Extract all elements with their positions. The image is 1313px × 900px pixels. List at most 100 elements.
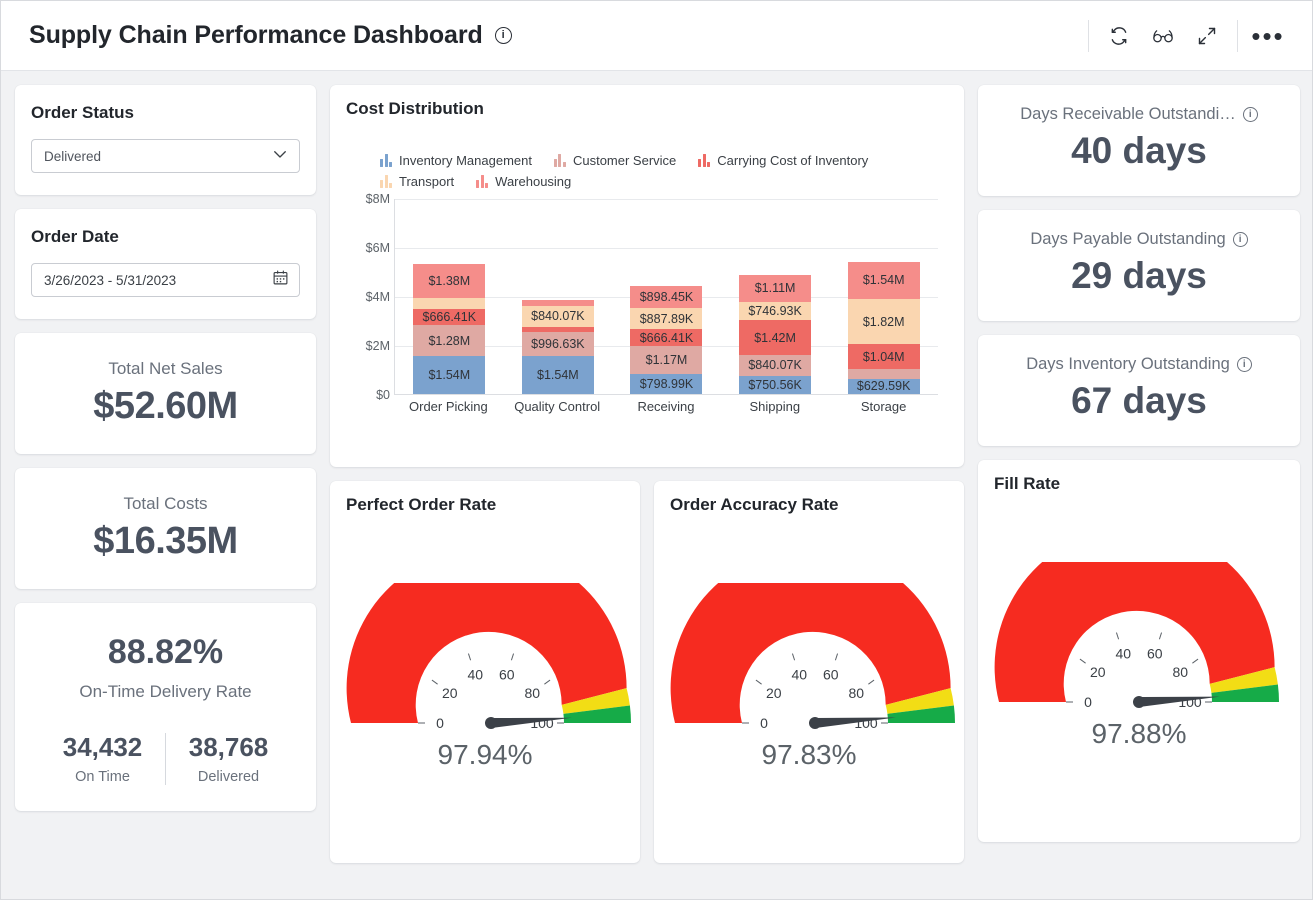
order-status-select[interactable]: Delivered — [31, 139, 300, 173]
bar-segment[interactable]: $1.42M — [739, 320, 812, 356]
bar-segment[interactable]: $746.93K — [739, 301, 812, 321]
gauge-tick-label: 0 — [436, 715, 444, 731]
ellipsis-glyph: ••• — [1251, 20, 1285, 51]
kpi-total-costs: Total Costs $16.35M — [15, 468, 316, 589]
bar-segment[interactable]: $1.28M — [413, 324, 486, 357]
stacked-bar[interactable]: $1.11M $746.93K $1.42M $840.07K $750.56K — [739, 274, 812, 394]
bar-segment[interactable]: $666.41K — [413, 308, 486, 325]
bar-segment[interactable]: $840.07K — [521, 305, 594, 327]
gauge-tick — [1192, 658, 1199, 664]
gauge-hub — [1133, 696, 1145, 708]
calendar-icon[interactable] — [272, 269, 289, 291]
legend-label: Carrying Cost of Inventory — [717, 153, 869, 168]
info-icon[interactable]: i — [1236, 357, 1252, 372]
bar-segment[interactable]: $1.04M — [847, 343, 920, 370]
delivered-count-block: 38,768 Delivered — [166, 732, 291, 785]
legend-item[interactable]: Customer Service — [553, 153, 677, 168]
gauge-value: 97.94% — [437, 739, 533, 770]
bar-segment[interactable]: $1.11M — [739, 274, 812, 302]
gauge-card-order-accuracy-rate: Order Accuracy Rate 0 20 40 60 80 100 97.83% — [654, 481, 964, 863]
left-column: Order Status Delivered Order Date 3/26/2… — [15, 85, 316, 811]
info-icon[interactable]: i — [1232, 232, 1248, 247]
gauge-tick-label: 60 — [499, 666, 515, 682]
bar-segment[interactable]: $996.63K — [521, 331, 594, 357]
title-info-icon[interactable]: i — [494, 27, 512, 44]
gauge-svg: 0 20 40 60 80 100 — [346, 583, 631, 731]
gauge-tick — [868, 679, 875, 685]
kpi-title: Days Receivable Outstandi… — [1020, 105, 1236, 123]
order-status-value: Delivered — [44, 148, 102, 164]
gauge-tick-label: 20 — [1090, 664, 1106, 680]
bar-segment[interactable] — [847, 369, 920, 379]
gauge-chart: 0 20 40 60 80 100 — [670, 583, 955, 743]
legend-label: Customer Service — [572, 153, 677, 168]
chart-title: Cost Distribution — [346, 99, 484, 118]
info-icon[interactable]: i — [1242, 107, 1258, 122]
more-options-icon[interactable]: ••• — [1246, 16, 1290, 56]
gauge-tick-label: 0 — [1084, 694, 1092, 710]
bar-segment[interactable]: $1.38M — [413, 264, 486, 299]
bar-segment[interactable]: $798.99K — [630, 374, 703, 394]
kpi-value: 67 days — [1071, 380, 1207, 421]
gauge-tick — [544, 679, 551, 685]
stacked-bar[interactable]: $840.07K $996.63K $1.54M — [521, 300, 594, 394]
bar-segment[interactable]: $1.82M — [847, 299, 920, 344]
order-status-filter-card: Order Status Delivered — [15, 85, 316, 195]
glasses-icon[interactable] — [1141, 16, 1185, 56]
header-actions: ••• — [1080, 16, 1290, 56]
bar-segment[interactable]: $629.59K — [847, 378, 920, 394]
gauge-title: Order Accuracy Rate — [670, 495, 839, 514]
stacked-bar[interactable]: $1.54M $1.82M $1.04M $629.59K — [847, 261, 920, 394]
header-divider-2 — [1237, 19, 1238, 52]
gauge-value: 97.83% — [761, 739, 857, 770]
bar-segment[interactable]: $1.54M — [413, 356, 486, 394]
bar-segment[interactable]: $666.41K — [630, 329, 703, 346]
legend-item[interactable]: Transport — [380, 174, 454, 189]
x-axis-label: Quality Control — [514, 399, 601, 414]
bar-segment[interactable]: $1.17M — [630, 345, 703, 375]
gauge-tick — [431, 679, 438, 685]
gauge-title: Perfect Order Rate — [346, 495, 497, 514]
header-divider-1 — [1088, 19, 1089, 52]
gauge-tick-label: 80 — [1172, 664, 1188, 680]
right-column: Days Receivable Outstandi… i 40 days Day… — [978, 85, 1300, 842]
refresh-icon[interactable] — [1097, 16, 1141, 56]
legend-item[interactable]: Warehousing — [476, 174, 571, 189]
order-date-label: Order Date — [31, 227, 119, 246]
bar-segment[interactable]: $750.56K — [739, 375, 812, 394]
gauge-tick-label: 60 — [1147, 645, 1163, 661]
expand-icon[interactable] — [1185, 16, 1229, 56]
gauge-card-perfect-order-rate: Perfect Order Rate 0 20 40 60 80 100 97.94% — [330, 481, 640, 863]
gauge-tick — [1115, 632, 1120, 640]
on-time-delivery-card: 88.82% On-Time Delivery Rate 34,432 On T… — [15, 603, 316, 811]
gauge-svg: 0 20 40 60 80 100 — [994, 562, 1279, 710]
bar-segment[interactable]: $1.54M — [847, 261, 920, 300]
bar-segment[interactable]: $1.54M — [521, 356, 594, 394]
gauge-tick — [791, 653, 796, 661]
legend-item[interactable]: Inventory Management — [380, 153, 532, 168]
gauge-hub — [485, 717, 497, 729]
bar-segment[interactable]: $887.89K — [630, 307, 703, 330]
legend-swatch-icon — [380, 175, 392, 188]
legend-item[interactable]: Carrying Cost of Inventory — [698, 153, 868, 168]
legend-label: Transport — [399, 174, 455, 189]
kpi-days-receivable-outstanding: Days Receivable Outstandi… i 40 days — [978, 85, 1300, 196]
stacked-bar[interactable]: $1.38M $666.41K $1.28M $1.54M — [413, 264, 486, 394]
kpi-title: Days Payable Outstanding — [1030, 230, 1226, 248]
bar-segment[interactable]: $898.45K — [630, 285, 703, 308]
gauge-tick-label: 40 — [1115, 645, 1131, 661]
on-time-label: On-Time Delivery Rate — [79, 682, 252, 701]
header-left-group: Supply Chain Performance Dashboard i — [29, 21, 512, 50]
page-title: Supply Chain Performance Dashboard — [29, 21, 483, 49]
bar-segment[interactable]: $840.07K — [739, 355, 812, 376]
kpi-days-payable-outstanding: Days Payable Outstanding i 29 days — [978, 210, 1300, 321]
kpi-title-row: Days Receivable Outstandi… i — [992, 105, 1286, 124]
gauge-tick-label: 0 — [760, 715, 768, 731]
dashboard-header: Supply Chain Performance Dashboard i ••• — [1, 1, 1312, 71]
bar-segment[interactable] — [413, 298, 486, 309]
order-date-input[interactable]: 3/26/2023 - 5/31/2023 — [31, 263, 300, 297]
stacked-bar[interactable]: $898.45K $887.89K $666.41K $1.17M $798.99K — [630, 285, 703, 394]
on-time-split: 34,432 On Time 38,768 Delivered — [25, 732, 306, 785]
gauge-tick — [834, 653, 839, 661]
delivered-count: 38,768 — [188, 732, 269, 762]
